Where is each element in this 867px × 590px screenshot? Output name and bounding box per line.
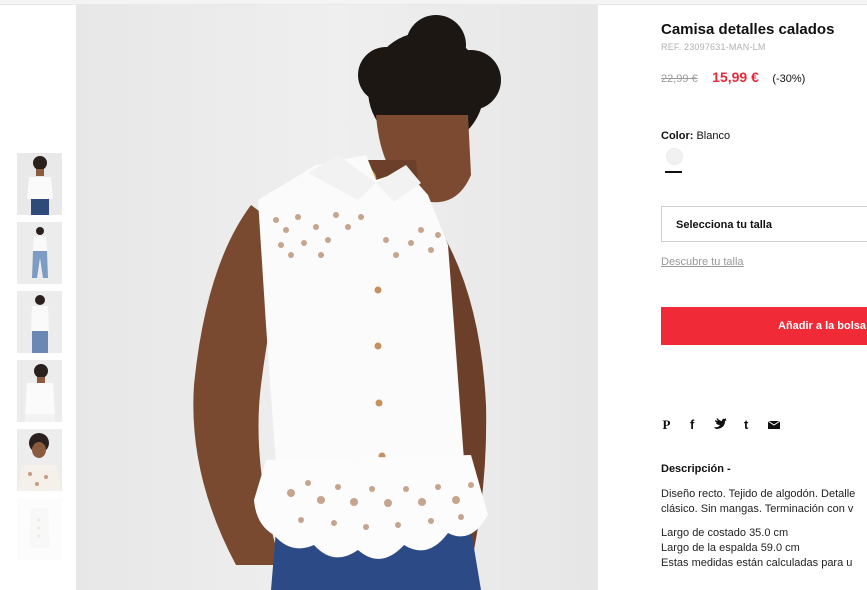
description-text: Diseño recto. Tejido de algodón. Detalle… [661,487,867,517]
size-select-label: Selecciona tu talla [676,219,772,231]
measure-back-length: Largo de la espalda 59.0 cm [661,542,800,554]
thumbnail-6[interactable] [17,498,62,560]
size-guide-link[interactable]: Descubre tu talla [661,256,744,268]
thumbnail-4[interactable] [17,360,62,422]
selected-swatch-indicator [665,171,682,173]
svg-text:P: P [663,417,671,431]
svg-text:t: t [744,417,749,431]
thumbnail-5[interactable] [17,429,62,491]
description-heading[interactable]: Descripción - [661,463,731,475]
measure-side-length: Largo de costado 35.0 cm [661,527,789,539]
facebook-icon[interactable]: f [687,417,701,431]
description-line-1: Diseño recto. Tejido de algodón. Detalle [661,488,856,500]
twitter-icon[interactable] [713,417,727,431]
add-to-bag-button[interactable]: Añadir a la bolsa [661,307,867,345]
color-row: Color: Blanco [661,130,730,142]
measure-note: Estas medidas están calculadas para u [661,557,853,569]
thumbnail-1[interactable] [17,153,62,215]
thumbnail-gallery [17,153,62,567]
sale-price: 15,99 € [712,69,759,85]
thumbnail-2[interactable] [17,222,62,284]
color-value: Blanco [696,130,731,142]
tumblr-icon[interactable]: t [741,417,755,431]
pinterest-icon[interactable]: P [661,417,675,431]
product-title: Camisa detalles calados [661,21,835,38]
product-reference: REF. 23097631-MAN-LM [661,42,766,52]
add-to-bag-label: Añadir a la bolsa [778,320,867,332]
measurements: Largo de costado 35.0 cm Largo de la esp… [661,526,852,571]
description-line-2: clásico. Sin mangas. Terminación con v [661,503,854,515]
thumbnail-3[interactable] [17,291,62,353]
price-block: 22,99 € 15,99 € (-30%) [661,69,805,87]
email-icon[interactable] [767,417,781,431]
size-select[interactable]: Selecciona tu talla [661,206,867,242]
discount-badge: (-30%) [772,73,806,85]
svg-text:f: f [690,417,695,431]
color-swatch-white[interactable] [666,148,683,165]
main-product-image[interactable] [76,5,598,590]
old-price: 22,99 € [661,73,698,85]
color-label: Color: [661,130,694,142]
